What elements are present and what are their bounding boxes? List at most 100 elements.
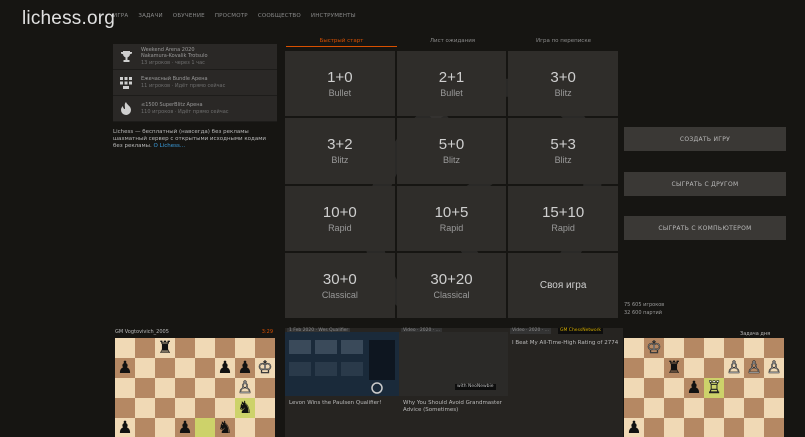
board-square[interactable] [255,378,275,398]
board-square[interactable] [135,398,155,418]
site-logo[interactable]: lichess.org [22,8,115,30]
board-square[interactable] [624,338,644,358]
board-square[interactable] [744,378,764,398]
video-card[interactable]: Video · 2020 · ... with NeoNewbie Why Yo… [399,328,514,437]
nav-community[interactable]: СООБЩЕСТВО [258,13,301,19]
board-square[interactable] [135,358,155,378]
board-square[interactable]: ♞ [215,418,235,437]
board-square[interactable]: ♙ [764,358,784,378]
board-square[interactable]: ♟ [235,358,255,378]
board-square[interactable] [724,338,744,358]
black-pawn-icon[interactable]: ♟ [626,419,641,437]
board-square[interactable] [255,398,275,418]
pool-30-20[interactable]: 30+20 Classical [396,252,507,318]
white-pawn-icon[interactable]: ♙ [766,359,782,377]
board-square[interactable]: ♟ [115,418,135,437]
black-pawn-icon[interactable]: ♟ [237,359,252,377]
board-square[interactable]: ♟ [175,418,195,437]
board-square[interactable] [135,338,155,358]
play-with-computer-button[interactable]: СЫГРАТЬ С КОМПЬЮТЕРОМ [624,216,786,240]
board-square[interactable] [195,418,215,437]
board-square[interactable]: ♜ [155,338,175,358]
tab-correspondence[interactable]: Игра по переписке [508,37,619,47]
board-square[interactable] [644,378,664,398]
black-rook-icon[interactable]: ♜ [666,359,681,377]
nav-puzzles[interactable]: ЗАДАЧИ [138,13,162,19]
board-square[interactable] [195,338,215,358]
play-with-friend-button[interactable]: СЫГРАТЬ С ДРУГОМ [624,172,786,196]
board-square[interactable]: ♙ [724,358,744,378]
board-square[interactable] [724,398,744,418]
board-square[interactable] [724,418,744,437]
pool-2-1[interactable]: 2+1 Bullet [396,51,507,117]
board-square[interactable] [664,418,684,437]
board-square[interactable] [115,398,135,418]
tab-lobby[interactable]: Лист ожидания [397,37,508,47]
board-square[interactable]: ♟ [684,378,704,398]
nav-watch[interactable]: ПРОСМОТР [215,13,248,19]
board-square[interactable] [255,338,275,358]
board-square[interactable]: ♙ [744,358,764,378]
board-square[interactable] [684,398,704,418]
create-game-button[interactable]: СОЗДАТЬ ИГРУ [624,127,786,151]
white-rook-icon[interactable]: ♖ [706,379,722,397]
board-square[interactable]: ♜ [664,358,684,378]
pool-10-5[interactable]: 10+5 Rapid [396,185,507,251]
nav-learn[interactable]: ОБУЧЕНИЕ [173,13,205,19]
board-square[interactable] [175,338,195,358]
board-square[interactable] [704,338,724,358]
white-king-icon[interactable]: ♔ [646,339,662,357]
board-square[interactable] [744,418,764,437]
nav-play[interactable]: ИГРА [113,13,128,19]
tournament-item[interactable]: Weekend Arena 2020 Nakamura-Kovalik Trot… [113,44,277,70]
white-pawn-icon[interactable]: ♙ [237,379,253,397]
board-square[interactable] [115,338,135,358]
board-square[interactable] [195,378,215,398]
black-pawn-icon[interactable]: ♟ [217,359,232,377]
board-square[interactable] [664,338,684,358]
board-square[interactable] [215,338,235,358]
pool-1-0[interactable]: 1+0 Bullet [285,51,395,117]
board-square[interactable] [704,418,724,437]
board-square[interactable] [664,398,684,418]
board-square[interactable] [744,398,764,418]
pool-custom[interactable]: Своя игра [508,252,618,318]
board-square[interactable] [175,358,195,378]
tv-board[interactable]: ♜ ♟ ♟ ♟ ♔ ♙ ♞ ♟ ♟ ♞ [115,338,275,437]
board-square[interactable] [235,418,255,437]
board-square[interactable] [664,378,684,398]
board-square[interactable]: ♙ [235,378,255,398]
board-square[interactable] [135,378,155,398]
board-square[interactable] [155,358,175,378]
black-pawn-icon[interactable]: ♟ [177,419,192,437]
board-square[interactable]: ♔ [255,358,275,378]
board-square[interactable] [215,398,235,418]
puzzle-board[interactable]: ♔ ♜ ♙ ♙ ♙ ♟ ♖ ♟ [624,338,784,437]
video-card[interactable]: 1 Feb 2020 · Wes Qualifier Levon Wins th… [285,328,400,437]
board-square[interactable] [624,398,644,418]
pool-5-3[interactable]: 5+3 Blitz [508,118,618,184]
black-pawn-icon[interactable]: ♟ [117,419,132,437]
board-square[interactable]: ♔ [644,338,664,358]
board-square[interactable] [215,378,235,398]
board-square[interactable] [764,378,784,398]
board-square[interactable] [155,418,175,437]
board-square[interactable] [724,378,744,398]
board-square[interactable] [624,358,644,378]
pool-30-0[interactable]: 30+0 Classical [285,252,395,318]
board-square[interactable] [764,398,784,418]
tab-quick-pairing[interactable]: Быстрый старт [286,37,397,47]
board-square[interactable] [255,418,275,437]
board-square[interactable]: ♟ [115,358,135,378]
board-square[interactable] [644,418,664,437]
nav-tools[interactable]: ИНСТРУМЕНТЫ [311,13,356,19]
tournament-item[interactable]: Ежечасный Bundle Арена 11 игроков · Идёт… [113,70,277,96]
board-square[interactable] [644,398,664,418]
board-square[interactable] [704,358,724,378]
board-square[interactable] [235,338,255,358]
board-square[interactable] [644,358,664,378]
board-square[interactable] [624,378,644,398]
white-king-icon[interactable]: ♔ [257,359,273,377]
board-square[interactable] [195,398,215,418]
board-square[interactable]: ♖ [704,378,724,398]
